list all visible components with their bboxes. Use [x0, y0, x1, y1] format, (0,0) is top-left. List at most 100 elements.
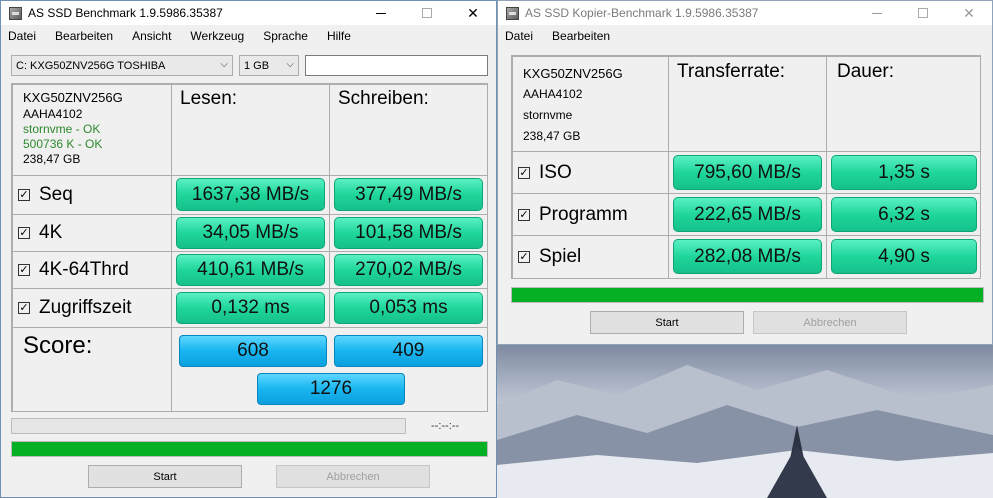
spiel-rate-value: 282,08 MB/s — [673, 239, 822, 274]
as-ssd-benchmark-window: AS SSD Benchmark 1.9.5986.35387 ✕ Datei … — [0, 0, 497, 498]
row-iso-label[interactable]: ✓ ISO — [512, 151, 669, 194]
close-icon: ✕ — [467, 4, 479, 21]
menu-datei[interactable]: Datei — [505, 29, 533, 43]
maximize-icon — [422, 8, 432, 18]
abort-button[interactable]: Abbrechen — [753, 311, 907, 334]
menu-werkzeug[interactable]: Werkzeug — [190, 29, 244, 43]
column-header-transferrate: Transferrate: — [668, 56, 827, 152]
access-read-value: 0,132 ms — [176, 292, 325, 324]
drive-firmware: AAHA4102 — [23, 107, 83, 121]
access-write-value: 0,053 ms — [334, 292, 483, 324]
window-title: AS SSD Kopier-Benchmark 1.9.5986.35387 — [525, 6, 759, 20]
row-4k-label[interactable]: ✓ 4K — [12, 214, 172, 252]
score-write-value: 409 — [334, 335, 483, 367]
row-label-text: Zugriffszeit — [39, 297, 132, 318]
title-bar[interactable]: AS SSD Kopier-Benchmark 1.9.5986.35387 ✕ — [498, 1, 992, 25]
score-read-value: 608 — [179, 335, 327, 367]
alignment-status: 500736 K - OK — [23, 137, 103, 151]
test-size-select[interactable]: 1 GB ⌵ — [239, 55, 299, 76]
drive-model: KXG50ZNV256G — [23, 90, 123, 105]
row-programm-label[interactable]: ✓ Programm — [512, 193, 669, 236]
elapsed-timer: --:--:-- — [431, 420, 460, 432]
test-size-value: 1 GB — [244, 59, 270, 72]
4k-write-value: 101,58 MB/s — [334, 217, 483, 249]
as-ssd-copy-benchmark-window: AS SSD Kopier-Benchmark 1.9.5986.35387 ✕… — [497, 0, 993, 345]
column-header-read: Lesen: — [171, 84, 330, 176]
minimize-icon — [872, 12, 882, 14]
checkbox-checked-icon[interactable]: ✓ — [518, 166, 530, 179]
minimize-button[interactable] — [358, 1, 404, 25]
4k64-write-value: 270,02 MB/s — [334, 254, 483, 286]
copy-progress-bar — [511, 287, 984, 303]
drive-info-panel: KXG50ZNV256G AAHA4102 stornvme - OK 5007… — [12, 84, 172, 176]
column-header-write: Schreiben: — [329, 84, 488, 176]
column-header-duration: Dauer: — [826, 56, 981, 152]
drive-firmware: AAHA4102 — [523, 87, 583, 101]
start-button[interactable]: Start — [590, 311, 744, 334]
row-4k64-label[interactable]: ✓ 4K-64Thrd — [12, 251, 172, 289]
status-textbox[interactable] — [305, 55, 488, 76]
checkbox-checked-icon[interactable]: ✓ — [18, 227, 30, 239]
checkbox-checked-icon[interactable]: ✓ — [518, 251, 530, 263]
menu-ansicht[interactable]: Ansicht — [132, 29, 171, 43]
maximize-button[interactable] — [404, 1, 450, 25]
results-grid: KXG50ZNV256G AAHA4102 stornvme - OK 5007… — [11, 83, 488, 412]
menu-bar: Datei Bearbeiten Ansicht Werkzeug Sprach… — [1, 25, 496, 47]
chevron-down-icon: ⌵ — [286, 59, 294, 70]
maximize-button[interactable] — [900, 1, 946, 25]
row-label-text: ISO — [539, 161, 572, 183]
menu-hilfe[interactable]: Hilfe — [327, 29, 351, 43]
drive-capacity: 238,47 GB — [523, 129, 581, 143]
checkbox-checked-icon[interactable]: ✓ — [18, 189, 30, 201]
drive-capacity: 238,47 GB — [23, 152, 81, 166]
row-seq-label[interactable]: ✓ Seq — [12, 175, 172, 215]
spiel-time-value: 4,90 s — [831, 239, 977, 274]
total-progress-bar — [11, 441, 488, 457]
maximize-icon — [918, 8, 928, 18]
close-icon: ✕ — [963, 4, 975, 21]
row-label-text: Seq — [39, 184, 73, 205]
programm-rate-value: 222,65 MB/s — [673, 197, 822, 232]
drive-info-panel: KXG50ZNV256G AAHA4102 stornvme 238,47 GB — [512, 56, 669, 152]
drive-select-value: C: KXG50ZNV256G TOSHIBA — [16, 59, 166, 72]
checkbox-checked-icon[interactable]: ✓ — [18, 302, 30, 314]
menu-datei[interactable]: Datei — [8, 29, 36, 43]
menu-bearbeiten[interactable]: Bearbeiten — [552, 29, 610, 43]
minimize-button[interactable] — [854, 1, 900, 25]
driver-status: stornvme - OK — [23, 122, 101, 136]
seq-write-value: 377,49 MB/s — [334, 178, 483, 211]
row-label-text: Spiel — [539, 246, 582, 267]
start-button[interactable]: Start — [88, 465, 242, 488]
row-label-text: 4K — [39, 222, 63, 243]
checkbox-checked-icon[interactable]: ✓ — [518, 208, 530, 221]
operation-progress-bar — [11, 418, 406, 434]
drive-model: KXG50ZNV256G — [523, 66, 623, 81]
drive-select[interactable]: C: KXG50ZNV256G TOSHIBA ⌵ — [11, 55, 233, 76]
row-access-label[interactable]: ✓ Zugriffszeit — [12, 288, 172, 328]
app-icon — [506, 6, 519, 20]
chevron-down-icon: ⌵ — [220, 59, 228, 70]
score-total-value: 1276 — [257, 373, 405, 405]
seq-read-value: 1637,38 MB/s — [176, 178, 325, 211]
score-label: Score: — [12, 327, 172, 412]
row-label-text: 4K-64Thrd — [39, 259, 129, 280]
abort-button[interactable]: Abbrechen — [276, 465, 430, 488]
programm-time-value: 6,32 s — [831, 197, 977, 232]
4k64-read-value: 410,61 MB/s — [176, 254, 325, 286]
app-icon — [9, 6, 22, 20]
desktop-wallpaper — [497, 345, 993, 498]
row-label-text: Programm — [539, 203, 628, 225]
checkbox-checked-icon[interactable]: ✓ — [18, 264, 30, 276]
title-bar[interactable]: AS SSD Benchmark 1.9.5986.35387 ✕ — [1, 1, 496, 25]
iso-rate-value: 795,60 MB/s — [673, 155, 822, 190]
wallpaper-mountains — [497, 365, 993, 498]
copy-results-grid: KXG50ZNV256G AAHA4102 stornvme 238,47 GB… — [511, 55, 981, 279]
close-button[interactable]: ✕ — [450, 1, 496, 25]
close-button[interactable]: ✕ — [946, 1, 992, 25]
menu-sprache[interactable]: Sprache — [263, 29, 308, 43]
row-spiel-label[interactable]: ✓ Spiel — [512, 235, 669, 279]
minimize-icon — [376, 12, 386, 14]
driver-name: stornvme — [523, 108, 573, 122]
menu-bearbeiten[interactable]: Bearbeiten — [55, 29, 113, 43]
menu-bar: Datei Bearbeiten — [498, 25, 992, 47]
